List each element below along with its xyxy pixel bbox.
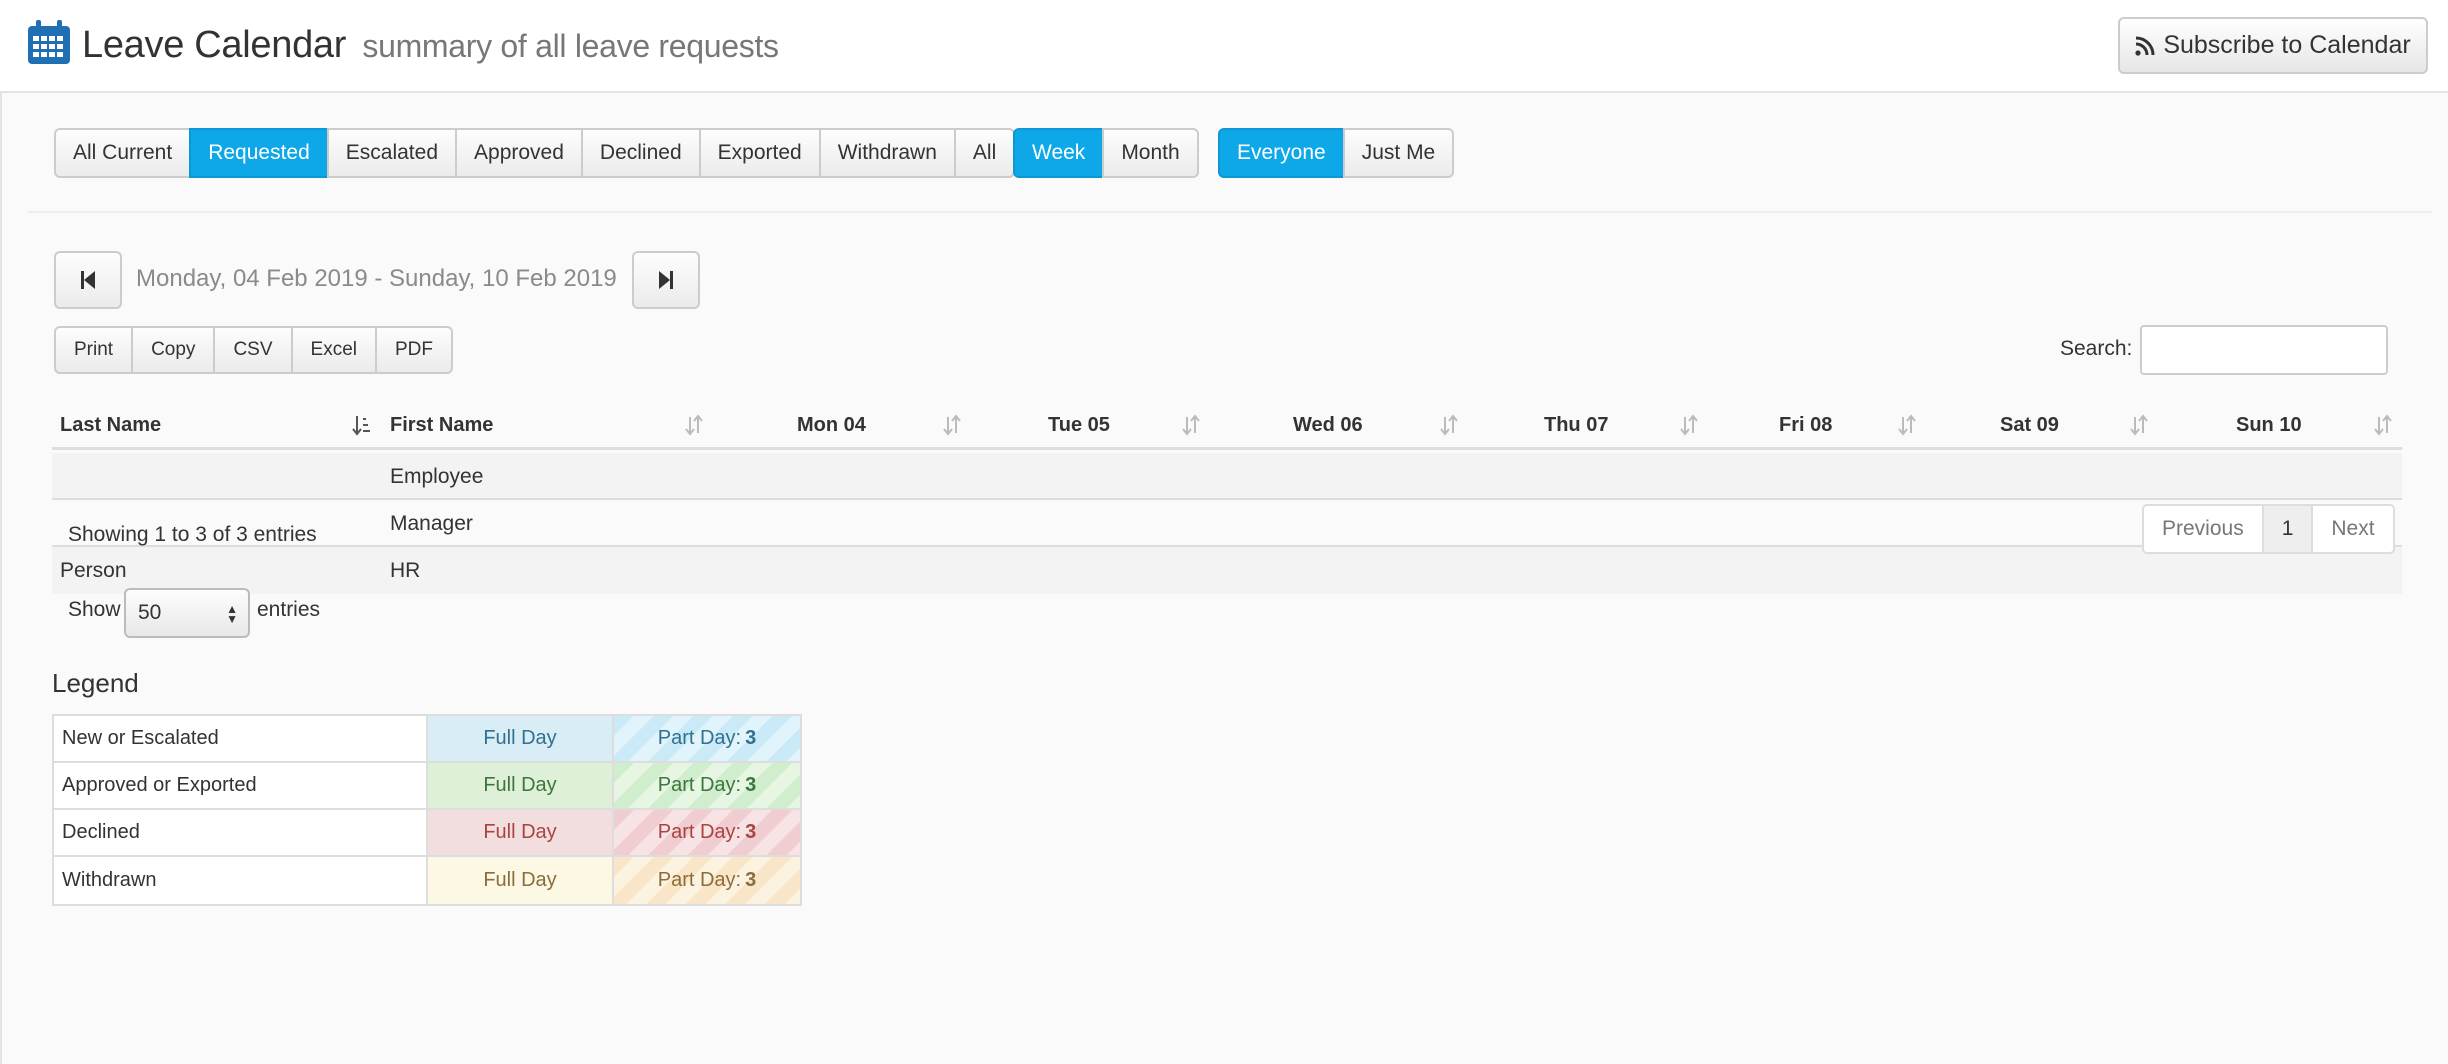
date-range-label: Monday, 04 Feb 2019 - Sunday, 10 Feb 201… [136,265,617,292]
table-header-row: Last Name First Name Mon 04 Tue 05 Wed 0… [52,400,2402,450]
filter-escalated-button[interactable]: Escalated [326,128,458,178]
legend-part-day-count: 3 [745,774,757,796]
table-row: Manager [52,500,2402,547]
cell-last-name: Person [60,559,127,582]
legend-part-day: Part Day: 3 [614,716,800,761]
select-arrows-icon: ▲ ▼ [226,602,238,626]
scope-everyone-button[interactable]: Everyone [1218,128,1345,178]
column-header-last-name[interactable]: Last Name [60,414,161,437]
column-header-tue[interactable]: Tue 05 [1048,414,1110,437]
next-week-button[interactable] [632,251,700,309]
sort-both-icon[interactable] [1680,414,1698,436]
sort-both-icon[interactable] [2374,414,2392,436]
skip-backward-icon [81,271,95,289]
legend-row-name: Withdrawn [54,857,428,904]
show-label: Show [68,598,121,621]
filter-requested-button[interactable]: Requested [189,128,329,178]
previous-week-button[interactable] [54,251,122,309]
filter-withdrawn-button[interactable]: Withdrawn [818,128,956,178]
cell-first-name: HR [390,559,421,582]
column-header-sun[interactable]: Sun 10 [2236,414,2302,437]
search-label: Search: [2060,337,2133,360]
status-filter-group: All Current Requested Escalated Approved… [54,128,1016,178]
pdf-button[interactable]: PDF [374,326,453,374]
legend-part-day-label: Part Day: [657,821,742,843]
legend-part-day-count: 3 [745,821,757,843]
legend-full-day: Full Day [428,763,614,808]
legend-part-day: Part Day: 3 [614,810,800,855]
legend-row: New or Escalated Full Day Part Day: 3 [54,716,800,763]
legend-row: Withdrawn Full Day Part Day: 3 [54,857,800,904]
entries-per-page-value: 50 [138,601,162,624]
page-1-button[interactable]: 1 [2261,504,2314,554]
copy-button[interactable]: Copy [131,326,216,374]
column-header-sat[interactable]: Sat 09 [2000,414,2059,437]
pagination: Previous 1 Next [2142,504,2395,554]
period-week-button[interactable]: Week [1013,128,1105,178]
entries-per-page-select[interactable]: 50 ▲ ▼ [124,588,250,638]
sort-both-icon[interactable] [1440,414,1458,436]
table-info: Showing 1 to 3 of 3 entries [68,523,317,546]
page-title-text: Leave Calendar [82,24,347,66]
cell-first-name: Employee [390,465,484,488]
period-month-button[interactable]: Month [1102,128,1199,178]
legend-table: New or Escalated Full Day Part Day: 3 App… [52,714,802,906]
legend-part-day: Part Day: 3 [614,763,800,808]
cell-first-name: Manager [390,512,473,535]
sort-both-icon[interactable] [2130,414,2148,436]
print-button[interactable]: Print [54,326,134,374]
filter-divider [28,211,2432,213]
previous-page-button[interactable]: Previous [2142,504,2264,554]
entries-label: entries [257,598,321,621]
legend-part-day-label: Part Day: [657,727,742,749]
legend-full-day: Full Day [428,716,614,761]
page-subtitle: summary of all leave requests [362,28,779,64]
column-header-first-name[interactable]: First Name [390,414,493,437]
column-header-thu[interactable]: Thu 07 [1544,414,1608,437]
legend-title: Legend [52,668,139,698]
filter-all-button[interactable]: All [953,128,1016,178]
filter-approved-button[interactable]: Approved [455,128,583,178]
legend-full-day: Full Day [428,810,614,855]
rss-icon [2135,36,2155,56]
subscribe-calendar-button[interactable]: Subscribe to Calendar [2118,17,2428,74]
page-header: Leave Calendar summary of all leave requ… [0,0,2448,93]
sort-both-icon[interactable] [943,414,961,436]
legend-row-name: New or Escalated [54,716,428,761]
export-button-group: Print Copy CSV Excel PDF [54,326,453,374]
subscribe-label: Subscribe to Calendar [2163,31,2411,59]
search-input[interactable] [2140,325,2388,375]
csv-button[interactable]: CSV [213,326,293,374]
next-page-button[interactable]: Next [2311,504,2395,554]
column-header-mon[interactable]: Mon 04 [797,414,866,437]
skip-forward-icon [659,271,673,289]
page-title: Leave Calendar summary of all leave requ… [82,24,779,67]
legend-part-day: Part Day: 3 [614,857,800,904]
scope-just-me-button[interactable]: Just Me [1342,128,1455,178]
table-row: Employee [52,453,2402,500]
column-header-fri[interactable]: Fri 08 [1779,414,1832,437]
legend-row-name: Declined [54,810,428,855]
legend-row-name: Approved or Exported [54,763,428,808]
sort-both-icon[interactable] [1182,414,1200,436]
sort-both-icon[interactable] [685,414,703,436]
legend-part-day-count: 3 [745,727,757,749]
period-filter-group: Week Month [1013,128,1199,178]
sort-both-icon[interactable] [1898,414,1916,436]
legend-part-day-label: Part Day: [657,869,742,891]
legend-part-day-count: 3 [745,869,757,891]
legend-row: Declined Full Day Part Day: 3 [54,810,800,857]
excel-button[interactable]: Excel [290,326,377,374]
column-header-wed[interactable]: Wed 06 [1293,414,1363,437]
filter-all-current-button[interactable]: All Current [54,128,192,178]
table-row: Person HR [52,547,2402,594]
filter-exported-button[interactable]: Exported [698,128,821,178]
sort-asc-icon[interactable] [352,414,370,436]
legend-full-day: Full Day [428,857,614,904]
filter-declined-button[interactable]: Declined [580,128,701,178]
legend-part-day-label: Part Day: [657,774,742,796]
legend-row: Approved or Exported Full Day Part Day: 3 [54,763,800,810]
calendar-icon [28,20,70,64]
scope-filter-group: Everyone Just Me [1218,128,1455,178]
